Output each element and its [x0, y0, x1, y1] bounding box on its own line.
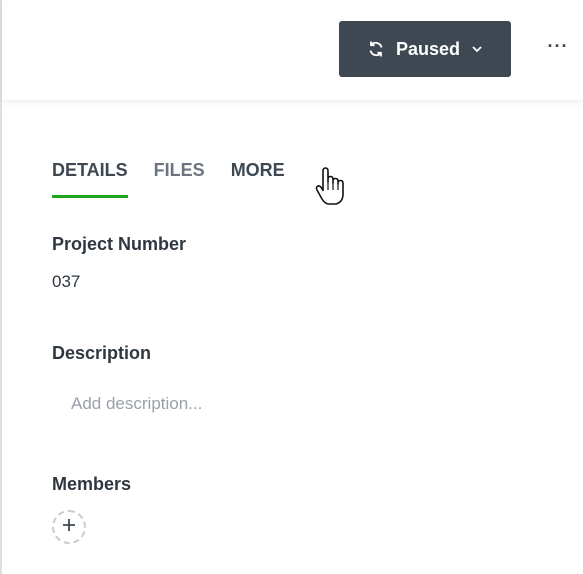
project-number-value: 037 [52, 272, 81, 291]
tab-more-label: MORE [230, 160, 285, 180]
project-detail-panel: Paused ··· DETAILS FILES MORE Project Nu… [0, 0, 583, 574]
plus-icon [61, 517, 77, 538]
status-dropdown-button[interactable]: Paused [339, 21, 511, 77]
chevron-down-icon [470, 42, 484, 56]
panel-header: Paused ··· [2, 0, 583, 100]
more-options-button[interactable]: ··· [546, 34, 570, 58]
description-label: Description [52, 343, 152, 363]
add-member-button[interactable] [52, 510, 86, 544]
sync-icon [366, 39, 386, 59]
status-button-label: Paused [395, 38, 461, 59]
description-input[interactable] [52, 388, 452, 420]
tab-files[interactable]: FILES [154, 156, 205, 198]
tab-more[interactable]: MORE [231, 156, 285, 198]
hand-pointer-cursor-icon [315, 166, 347, 213]
tab-files-label: FILES [153, 160, 205, 180]
more-horizontal-icon: ··· [547, 36, 569, 56]
tab-details[interactable]: DETAILS [52, 156, 128, 198]
project-number-label: Project Number [52, 234, 187, 254]
tab-bar: DETAILS FILES MORE [52, 156, 311, 200]
tab-details-label: DETAILS [52, 160, 128, 180]
members-label: Members [52, 474, 132, 494]
